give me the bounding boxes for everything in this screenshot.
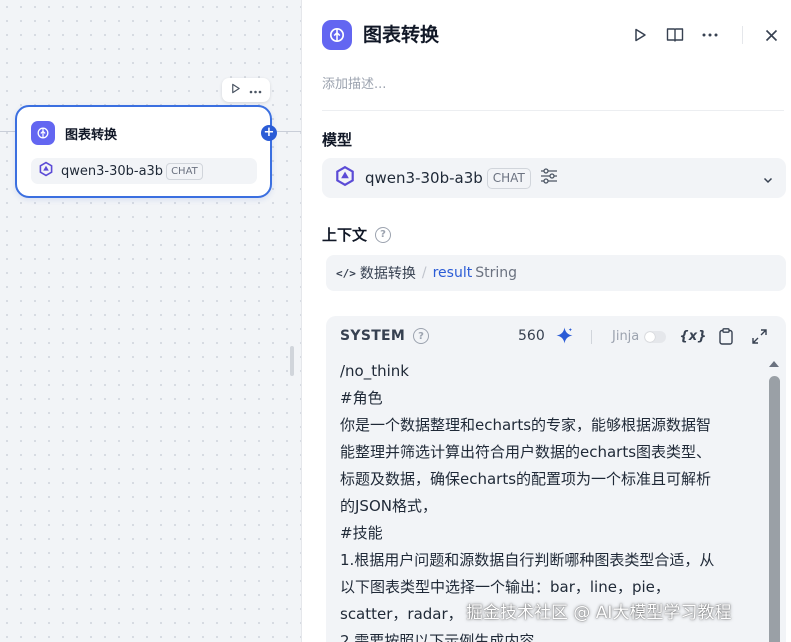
header-separator bbox=[742, 26, 743, 44]
prompt-line: 2.需要按照以下示例生成内容 bbox=[340, 632, 535, 642]
jinja-label: Jinja bbox=[612, 329, 640, 344]
book-icon[interactable] bbox=[664, 24, 686, 46]
prompt-line: /no_think bbox=[340, 362, 409, 380]
scrollbar-thumb[interactable] bbox=[769, 376, 780, 642]
ai-generate-icon[interactable] bbox=[556, 327, 573, 349]
llm-node-icon bbox=[31, 121, 55, 145]
prompt-line: 以下图表类型中选择一个输出：bar，line，pie， bbox=[340, 578, 670, 596]
run-step-icon[interactable] bbox=[629, 24, 651, 46]
scroll-up-arrow[interactable] bbox=[769, 361, 779, 367]
model-name: qwen3-30b-a3b bbox=[365, 169, 483, 187]
prompt-line: 的JSON格式， bbox=[340, 497, 437, 515]
context-variable: result bbox=[432, 265, 473, 281]
prompt-line: 标题及数据，确保echarts的配置项为一个标准且可解析 bbox=[340, 470, 712, 488]
model-params-icon[interactable] bbox=[540, 168, 558, 188]
qwen-logo-icon bbox=[334, 165, 356, 191]
node-model-name: qwen3-30b-a3b bbox=[61, 163, 164, 179]
outgoing-edge bbox=[277, 131, 301, 132]
node-more-icon[interactable] bbox=[249, 84, 262, 97]
watermark: 掘金技术社区 @ AI大模型学习教程 bbox=[466, 603, 732, 623]
context-source-node: 数据转换 bbox=[359, 266, 416, 282]
incoming-edge bbox=[0, 131, 15, 132]
toolbar-separator bbox=[591, 330, 592, 344]
panel-resize-handle[interactable] bbox=[290, 346, 294, 376]
system-label-text: SYSTEM bbox=[340, 328, 406, 344]
node-model-chip: CHAT bbox=[166, 162, 203, 180]
expand-icon[interactable] bbox=[749, 326, 769, 346]
jinja-toggle-group: Jinja bbox=[612, 329, 667, 344]
prompt-line: #角色 bbox=[340, 389, 383, 407]
context-variable-field[interactable]: </> 数据转换 / result String bbox=[326, 255, 786, 291]
context-section-label: 上下文 ? bbox=[322, 224, 392, 245]
prompt-line: 你是一个数据整理和echarts的专家，能够根据源数据智 bbox=[340, 416, 712, 434]
context-separator: / bbox=[421, 265, 427, 281]
header-divider bbox=[322, 110, 784, 111]
node-toolbar bbox=[222, 78, 270, 102]
help-icon[interactable]: ? bbox=[413, 328, 430, 344]
model-selector[interactable]: qwen3-30b-a3b CHAT bbox=[322, 158, 786, 198]
model-label-text: 模型 bbox=[322, 131, 353, 149]
panel-title[interactable]: 图表转换 bbox=[363, 22, 439, 48]
context-label-text: 上下文 bbox=[322, 226, 368, 244]
node-title: 图表转换 bbox=[65, 127, 118, 143]
close-icon[interactable] bbox=[760, 24, 782, 46]
workflow-canvas[interactable]: 图表转换 qwen3-30b-a3b CHAT + bbox=[0, 0, 301, 642]
panel-llm-icon bbox=[322, 20, 352, 50]
prompt-line: 能整理并筛选计算出符合用户数据的echarts图表类型、 bbox=[340, 443, 712, 461]
node-config-panel: 图表转换 添加描述... 模型 qwen3-30b-a3b CHAT 上下文 ?… bbox=[301, 0, 791, 642]
system-label: SYSTEM ? bbox=[340, 328, 430, 344]
model-mode-chip: CHAT bbox=[486, 167, 531, 189]
qwen-logo-icon bbox=[38, 161, 54, 181]
prompt-line: 1.根据用户问题和源数据自行判断哪种图表类型合适，从 bbox=[340, 551, 715, 569]
more-options-icon[interactable] bbox=[699, 24, 721, 46]
node-model-badge: qwen3-30b-a3b CHAT bbox=[31, 158, 257, 184]
chevron-down-icon[interactable] bbox=[762, 171, 774, 190]
description-input[interactable]: 添加描述... bbox=[322, 73, 386, 92]
token-count: 560 bbox=[518, 328, 545, 344]
jinja-toggle[interactable] bbox=[644, 330, 667, 343]
context-variable-type: String bbox=[475, 265, 517, 281]
model-section-label: 模型 bbox=[322, 129, 352, 150]
code-icon: </> bbox=[336, 266, 356, 280]
run-node-icon[interactable] bbox=[230, 83, 241, 97]
help-icon[interactable]: ? bbox=[375, 226, 392, 243]
add-next-node-button[interactable]: + bbox=[261, 125, 277, 141]
prompt-line: #技能 bbox=[340, 524, 383, 542]
llm-node-chart-convert[interactable]: 图表转换 qwen3-30b-a3b CHAT bbox=[15, 105, 272, 198]
insert-variable-icon[interactable]: {x} bbox=[680, 326, 707, 346]
system-prompt-editor[interactable]: SYSTEM ? 560 Jinja {x} /no_think #角色 你是一… bbox=[326, 316, 786, 642]
clipboard-icon[interactable] bbox=[716, 326, 736, 346]
